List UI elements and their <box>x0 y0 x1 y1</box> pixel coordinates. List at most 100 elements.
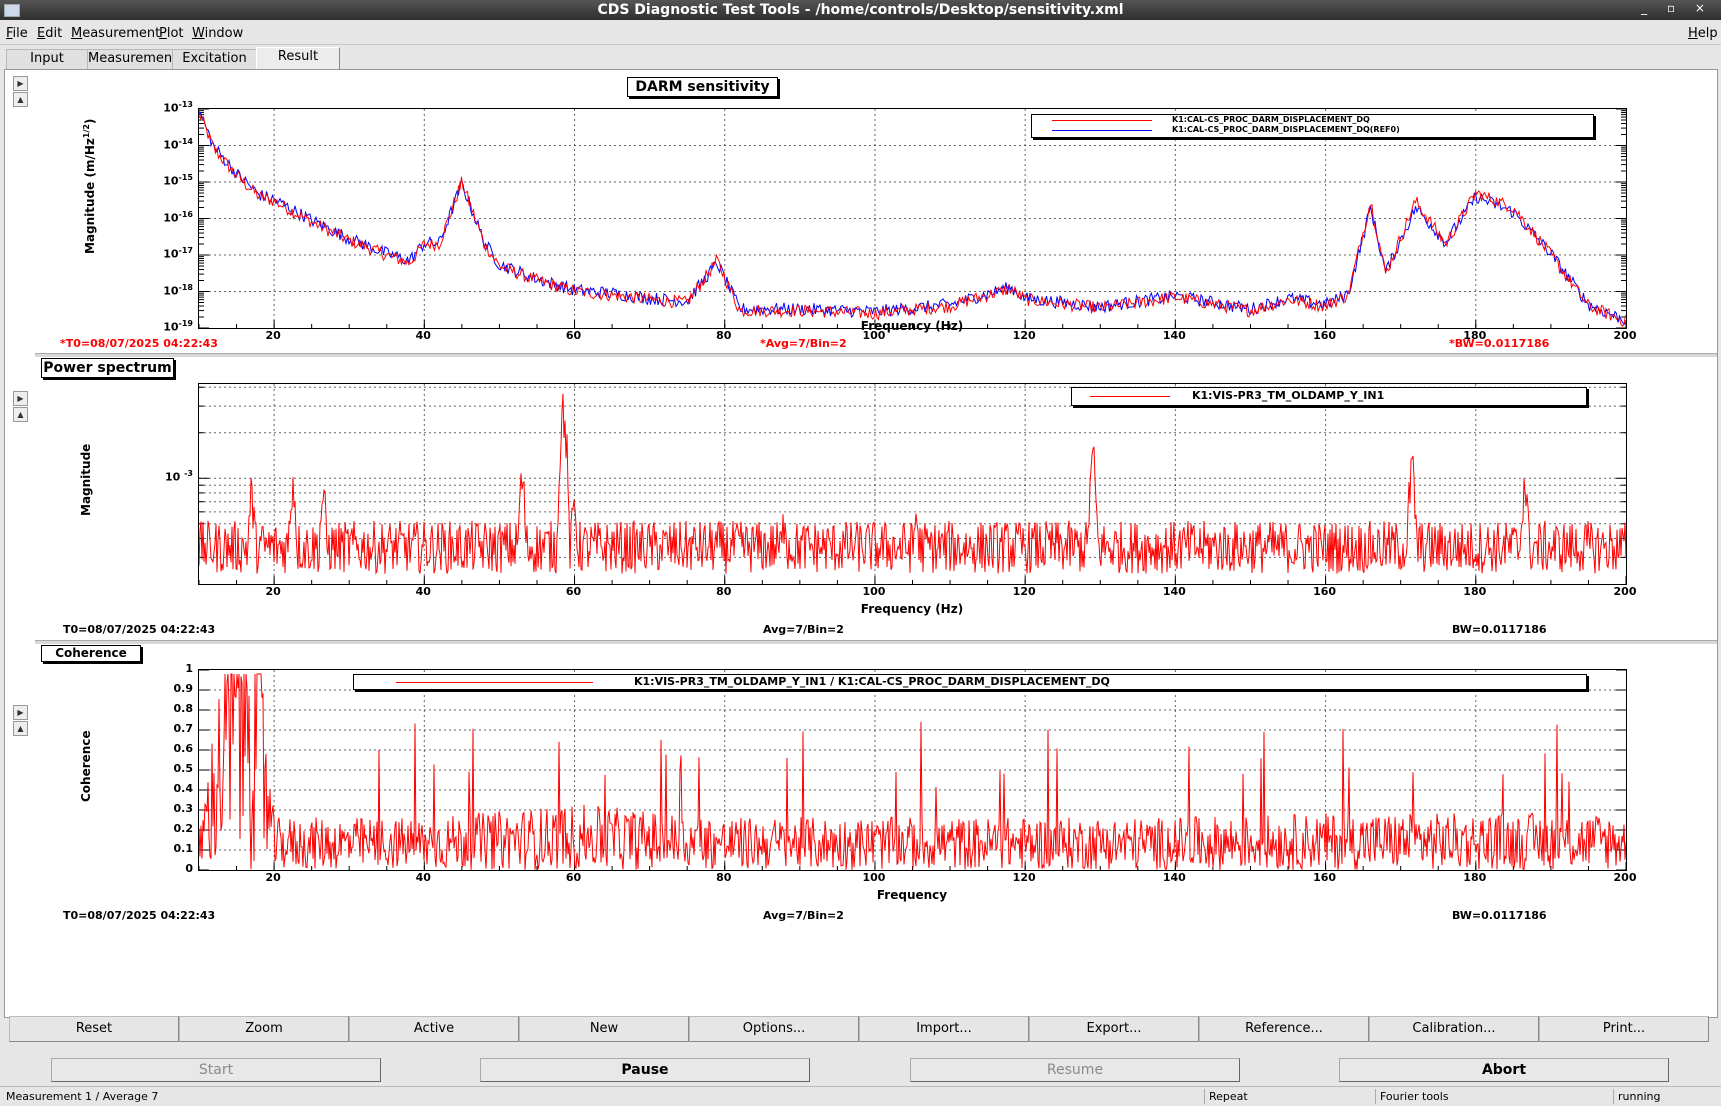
x-tick-label: 20 <box>265 329 281 342</box>
plot-button-row: Reset Zoom Active New Options... Import.… <box>9 1016 1712 1042</box>
plot3-svg <box>199 670 1626 870</box>
calibration-button[interactable]: Calibration... <box>1369 1016 1539 1042</box>
plot2-t0: T0=08/07/2025 04:22:43 <box>63 623 216 636</box>
x-tick-label: 20 <box>265 585 281 598</box>
plot2-y-label: Magnitude <box>79 443 93 516</box>
menu-window[interactable]: Window <box>192 26 243 41</box>
plot1-legend-swatch-blue <box>1052 130 1152 131</box>
pad3-collapse-icon[interactable]: ▲ <box>13 721 28 736</box>
pad3-expand-icon[interactable]: ▶ <box>13 705 28 720</box>
pad1-expand-icon[interactable]: ▶ <box>13 76 28 91</box>
plot2-legend-label: K1:VIS-PR3_TM_OLDAMP_Y_IN1 <box>1192 389 1385 402</box>
tab-measurement[interactable]: Measurement <box>87 49 177 69</box>
y-tick-label: 0.7 <box>173 722 194 735</box>
y-tick-label: 0.6 <box>173 742 194 755</box>
plot3-legend: K1:VIS-PR3_TM_OLDAMP_Y_IN1 / K1:CAL-CS_P… <box>353 674 1587 690</box>
menu-help[interactable]: Help <box>1688 26 1718 41</box>
plot3-y-label: Coherence <box>79 730 93 802</box>
new-button[interactable]: New <box>519 1016 689 1042</box>
status-bar: Measurement 1 / Average 7 Repeat Fourier… <box>0 1086 1721 1106</box>
pad-separator-2[interactable] <box>35 640 1717 644</box>
plot1-legend-label-1: K1:CAL-CS_PROC_DARM_DISPLACEMENT_DQ <box>1172 115 1370 124</box>
x-tick-label: 160 <box>1313 871 1337 884</box>
status-repeat: Repeat <box>1204 1089 1248 1104</box>
plot1-main-trace <box>199 110 1626 327</box>
window-title: CDS Diagnostic Test Tools - /home/contro… <box>597 2 1124 18</box>
menubar: File Edit Measurement Plot Window Help <box>0 22 1721 45</box>
options-button[interactable]: Options... <box>689 1016 859 1042</box>
plot1-legend: K1:CAL-CS_PROC_DARM_DISPLACEMENT_DQ K1:C… <box>1031 114 1594 138</box>
plot2-legend-swatch <box>1090 396 1170 397</box>
abort-button[interactable]: Abort <box>1339 1058 1669 1082</box>
plot2-x-label: Frequency (Hz) <box>860 602 964 616</box>
plot1-frame[interactable]: K1:CAL-CS_PROC_DARM_DISPLACEMENT_DQ K1:C… <box>198 108 1627 329</box>
y-tick-label: 10-18 <box>163 282 193 298</box>
y-tick-label: 0.4 <box>173 782 194 795</box>
x-tick-label: 80 <box>716 871 732 884</box>
import-button[interactable]: Import... <box>859 1016 1029 1042</box>
menu-file[interactable]: File <box>6 26 28 41</box>
menu-plot[interactable]: Plot <box>159 26 184 41</box>
plot2-legend: K1:VIS-PR3_TM_OLDAMP_Y_IN1 <box>1071 387 1587 406</box>
status-tool: Fourier tools <box>1375 1089 1449 1104</box>
x-tick-label: 160 <box>1313 329 1337 342</box>
x-tick-label: 180 <box>1463 585 1487 598</box>
menu-edit[interactable]: Edit <box>37 26 62 41</box>
pad2-expand-icon[interactable]: ▶ <box>13 391 28 406</box>
plot2-title: Power spectrum <box>41 358 174 378</box>
x-tick-label: 80 <box>716 585 732 598</box>
x-tick-label: 120 <box>1012 871 1036 884</box>
plot2-bw: BW=0.0117186 <box>1452 623 1547 636</box>
tab-bar: Input Measurement Excitation Result <box>4 47 1716 70</box>
y-tick-label: 0 <box>185 862 193 875</box>
pad2-collapse-icon[interactable]: ▲ <box>13 407 28 422</box>
tab-result[interactable]: Result <box>256 47 340 70</box>
zoom-button[interactable]: Zoom <box>179 1016 349 1042</box>
active-button[interactable]: Active <box>349 1016 519 1042</box>
tab-input[interactable]: Input <box>6 49 88 69</box>
x-tick-label: 20 <box>265 871 281 884</box>
plot1-ref-trace <box>199 111 1626 326</box>
pad1-collapse-icon[interactable]: ▲ <box>13 92 28 107</box>
plot1-grid <box>199 109 1626 328</box>
reset-button[interactable]: Reset <box>9 1016 179 1042</box>
x-tick-label: 160 <box>1313 585 1337 598</box>
plot1-legend-swatch-red <box>1052 120 1152 121</box>
x-tick-label: 40 <box>415 585 431 598</box>
y-tick-label: 0.3 <box>173 802 194 815</box>
resume-button[interactable]: Resume <box>910 1058 1240 1082</box>
tab-excitation[interactable]: Excitation <box>172 49 257 69</box>
x-tick-label: 60 <box>565 585 582 598</box>
export-button[interactable]: Export... <box>1029 1016 1199 1042</box>
plot1-svg <box>199 109 1626 328</box>
pad-separator-1[interactable] <box>35 353 1717 357</box>
x-tick-label: 60 <box>565 871 582 884</box>
plot1-x-label: Frequency (Hz) <box>860 319 964 333</box>
plot3-frame[interactable]: K1:VIS-PR3_TM_OLDAMP_Y_IN1 / K1:CAL-CS_P… <box>198 669 1627 871</box>
status-state: running <box>1613 1089 1660 1104</box>
plot1-y-label: Magnitude (m/Hz1/2) <box>82 118 97 254</box>
status-measurement: Measurement 1 / Average 7 <box>6 1090 159 1103</box>
y-tick-label: 10-16 <box>163 209 193 225</box>
print-button[interactable]: Print... <box>1539 1016 1709 1042</box>
reference-button[interactable]: Reference... <box>1199 1016 1369 1042</box>
x-tick-label: 100 <box>862 871 886 884</box>
plot1-avg: *Avg=7/Bin=2 <box>760 337 847 350</box>
x-tick-label: 120 <box>1012 585 1036 598</box>
window-controls[interactable]: _ ▫ × <box>1641 1 1713 15</box>
x-tick-label: 60 <box>565 329 582 342</box>
plot3-trace <box>199 673 1626 870</box>
x-tick-label: 120 <box>1012 329 1036 342</box>
y-tick-label: 10-14 <box>163 136 193 152</box>
plot2-frame[interactable]: K1:VIS-PR3_TM_OLDAMP_Y_IN1 <box>198 383 1627 585</box>
plot2-avg: Avg=7/Bin=2 <box>763 623 844 636</box>
pause-button[interactable]: Pause <box>480 1058 810 1082</box>
menu-measurement[interactable]: Measurement <box>71 26 160 41</box>
plot3-bw: BW=0.0117186 <box>1452 909 1547 922</box>
x-tick-label: 140 <box>1162 585 1186 598</box>
y-tick-label: 1 <box>185 662 193 675</box>
start-button[interactable]: Start <box>51 1058 381 1082</box>
x-tick-label: 200 <box>1613 329 1637 342</box>
y-tick-label: 0.2 <box>173 822 194 835</box>
y-tick-label: 0.8 <box>173 702 194 715</box>
